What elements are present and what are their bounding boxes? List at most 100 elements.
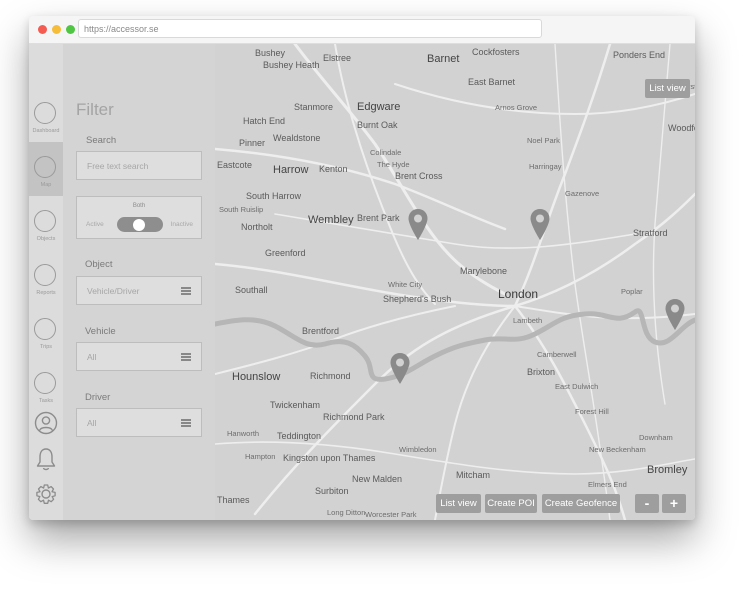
vehicle-select[interactable]: All [76,342,202,371]
nav-item-tasks[interactable]: Tasks [29,358,63,412]
map-place-label: Mitcham [456,470,491,480]
nav-label: Dashboard [32,128,60,134]
map-place-label: Forest Hill [575,407,609,416]
browser-titlebar: https://accessor.se [29,16,695,44]
nav-label: Map [40,182,52,188]
map-place-label: Surbiton [315,486,349,496]
map-place-label: Stratford [633,228,668,238]
list-view-button[interactable]: List view [436,494,481,513]
map-place-label: New Beckenham [589,445,646,454]
map-place-label: Harringay [529,162,562,171]
nav-item-objects[interactable]: Objects [29,196,63,250]
nav-rail: Dashboard Map Objects Reports Trips Task… [29,44,63,520]
zoom-out-button[interactable]: - [635,494,659,513]
map-place-label: Wimbledon [399,445,437,454]
bell-icon[interactable] [33,446,59,472]
menu-icon [181,287,191,295]
map-pin-icon[interactable] [389,352,411,386]
status-active-label: Active [86,221,104,228]
map-place-label: Worcester Park [365,510,417,519]
map-place-label: Wealdstone [273,133,321,143]
map-place-label: Poplar [621,287,643,296]
map-view[interactable]: Bushey Bushey Heath Elstree Barnet Cockf… [215,44,695,520]
user-profile-icon[interactable] [33,410,59,436]
map-pin-icon[interactable] [664,298,686,332]
map-pin-icon[interactable] [529,208,551,242]
map-place-label: Noel Park [527,136,560,145]
map-place-label: South Ruislip [219,205,264,214]
map-place-label: Long Ditton [327,508,366,517]
map-place-label: Hounslow [232,371,281,383]
map-place-label: Brent Park [357,213,400,223]
map-place-label: Cockfosters [472,47,520,57]
object-label: Object [85,259,113,270]
dashboard-icon [34,102,56,124]
map-place-label: Eastcote [217,160,253,170]
trips-icon [34,318,56,340]
tasks-icon [34,372,56,394]
map-place-label: Southall [235,285,268,295]
map-place-label: Elmers End [588,480,627,489]
map-place-label: Barnet [427,53,460,65]
maximize-window-button[interactable] [66,25,75,34]
map-place-label: Downham [639,433,673,442]
nav-item-trips[interactable]: Trips [29,304,63,358]
browser-window: https://accessor.se Dashboard Map Object… [29,16,695,520]
nav-item-reports[interactable]: Reports [29,250,63,304]
map-place-label: Burnt Oak [357,120,398,130]
create-geofence-button[interactable]: Create Geofence [542,494,620,513]
map-place-label: White City [388,280,423,289]
map-place-label: Greenford [265,248,306,258]
status-inactive-label: Inactive [170,221,193,228]
map-place-label: South Harrow [246,191,302,201]
map-place-label: Bushey [255,48,286,58]
object-select[interactable]: Vehicle/Driver [76,276,202,305]
map-place-label: Teddington [277,431,322,441]
nav-label: Tasks [38,398,54,404]
map-place-label: Edgware [357,101,401,113]
status-both-label: Both [132,203,146,209]
nav-item-dashboard[interactable]: Dashboard [29,88,63,142]
nav-label: Trips [39,344,53,350]
reports-icon [34,264,56,286]
filter-title: Filter [76,100,114,119]
map-place-label: Woodford [668,123,695,133]
address-bar[interactable]: https://accessor.se [78,19,542,38]
map-place-label: Hatch End [243,116,286,126]
map-place-label: Brent Cross [395,171,443,181]
map-pin-icon[interactable] [407,208,429,242]
map-place-label: East Barnet [468,77,516,87]
toggle-knob[interactable] [133,218,145,231]
object-select-value: Vehicle/Driver [87,286,140,296]
map-place-label: Richmond Park [323,412,385,422]
map-place-label: Brixton [527,367,556,377]
nav-label: Objects [36,236,56,242]
driver-select[interactable]: All [76,408,202,437]
search-input[interactable]: Free text search [76,151,202,180]
map-place-label: Brentford [302,326,340,336]
minimize-window-button[interactable] [52,25,61,34]
menu-icon [181,353,191,361]
map-place-label: Pinner [239,138,266,148]
vehicle-label: Vehicle [85,326,116,337]
map-place-label: Kenton [319,164,348,174]
create-poi-button[interactable]: Create POI [485,494,537,513]
map-place-label: Bromley [647,464,688,476]
map-place-label: London [498,287,539,301]
map-place-label: Hanworth [227,429,260,438]
map-place-label: Colindale [370,148,402,157]
map-place-label: The Hyde [377,160,410,169]
list-view-top-button[interactable]: List view [645,79,690,98]
status-toggle[interactable] [117,217,163,232]
zoom-in-button[interactable]: + [662,494,686,513]
map-place-label: Lambeth [513,316,543,325]
map-place-label: Marylebone [460,266,508,276]
search-label: Search [86,135,117,146]
nav-item-map[interactable]: Map [29,142,63,196]
map-icon [34,156,56,178]
status-filter-box: Both Active Inactive [76,196,202,239]
close-window-button[interactable] [38,25,47,34]
gear-icon[interactable] [33,481,59,507]
filter-panel: Filter Search Free text search Both Acti… [63,44,215,520]
map-place-label: Stanmore [294,102,334,112]
